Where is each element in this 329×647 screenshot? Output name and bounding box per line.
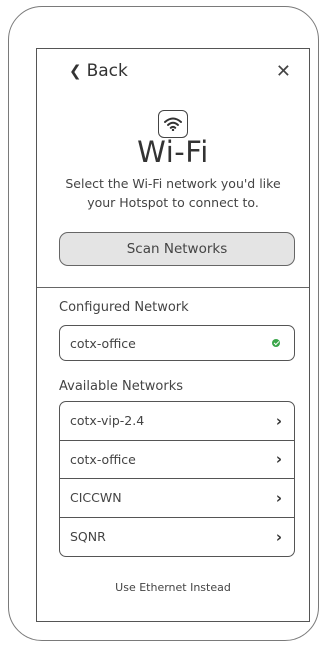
- network-name: cotx-office: [70, 451, 136, 467]
- back-label: Back: [86, 61, 128, 81]
- network-name: CICCWN: [70, 490, 122, 506]
- app-screen: ❮ Back ✕ Wi-Fi Select the Wi-Fi network …: [36, 48, 310, 622]
- page-subtitle: Select the Wi-Fi network you'd like your…: [41, 174, 305, 212]
- configured-network-name: cotx-office: [70, 335, 136, 351]
- section-divider: [37, 287, 309, 288]
- network-row[interactable]: CICCWN ›: [60, 479, 294, 518]
- wifi-icon: [158, 110, 188, 138]
- chevron-right-icon: ›: [275, 488, 282, 507]
- chevron-right-icon: ›: [275, 411, 282, 430]
- network-row[interactable]: SQNR ›: [60, 518, 294, 557]
- chevron-right-icon: ›: [275, 527, 282, 546]
- close-icon: ✕: [275, 61, 291, 82]
- chevron-left-icon: ❮: [69, 62, 82, 80]
- network-row[interactable]: cotx-vip-2.4 ›: [60, 402, 294, 441]
- configured-network-item[interactable]: cotx-office: [59, 325, 295, 361]
- subtitle-line-2: your Hotspot to connect to.: [87, 195, 259, 210]
- configured-network-label: Configured Network: [59, 300, 189, 315]
- network-name: SQNR: [70, 529, 106, 545]
- network-name: cotx-vip-2.4: [70, 413, 145, 429]
- subtitle-line-1: Select the Wi-Fi network you'd like: [65, 176, 281, 191]
- back-button[interactable]: ❮ Back: [69, 61, 128, 81]
- page-title: Wi-Fi: [137, 135, 209, 169]
- network-row[interactable]: cotx-office ›: [60, 441, 294, 479]
- scan-networks-button[interactable]: Scan Networks: [59, 232, 295, 266]
- phone-frame: ❮ Back ✕ Wi-Fi Select the Wi-Fi network …: [8, 6, 319, 641]
- close-button[interactable]: ✕: [276, 61, 291, 82]
- use-ethernet-link[interactable]: Use Ethernet Instead: [37, 581, 309, 594]
- chevron-right-icon: ›: [275, 450, 282, 469]
- check-circle-icon: [272, 339, 280, 347]
- available-networks-label: Available Networks: [59, 379, 184, 394]
- available-networks-list: cotx-vip-2.4 › cotx-office › CICCWN › SQ…: [59, 401, 295, 557]
